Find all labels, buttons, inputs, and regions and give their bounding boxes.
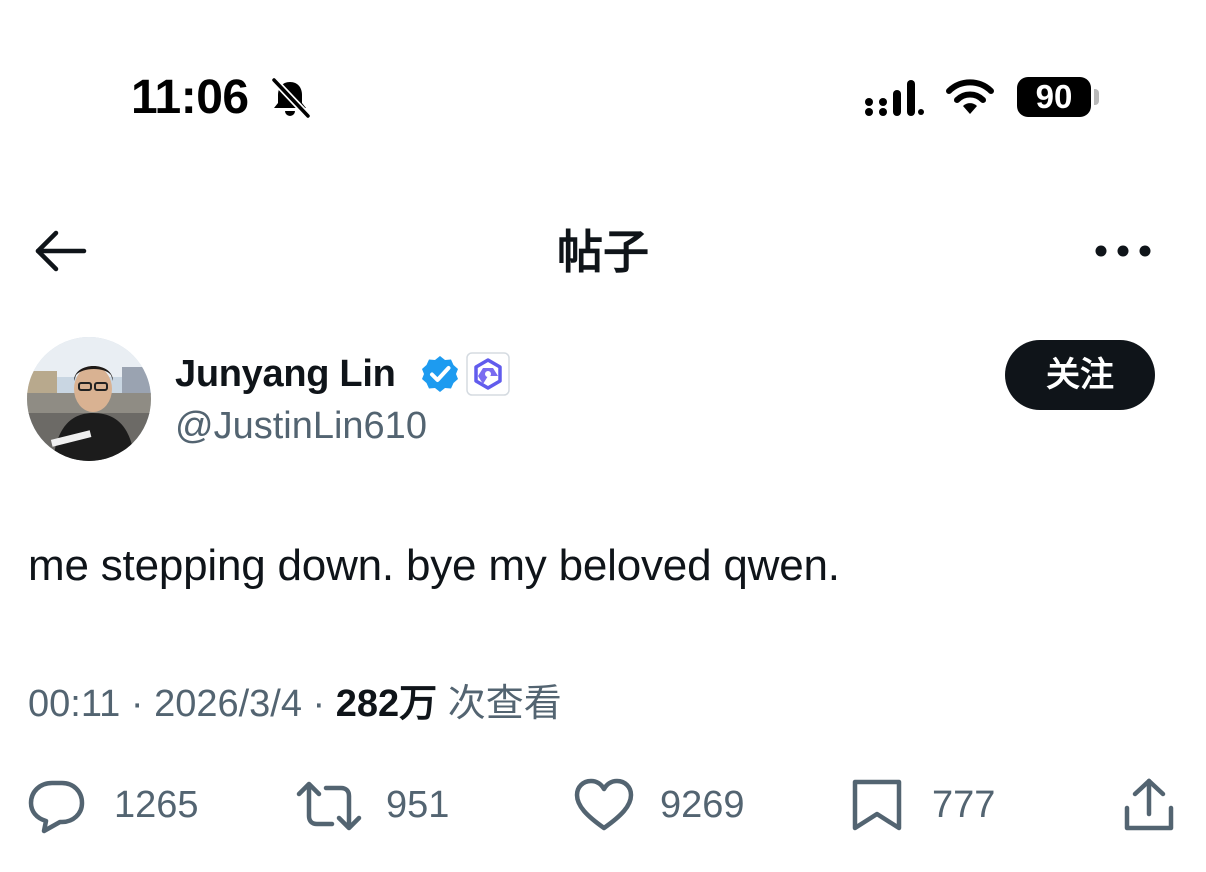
- reply-button[interactable]: 1265: [26, 776, 216, 836]
- avatar-image: [27, 337, 151, 461]
- views-count[interactable]: 282万: [336, 683, 437, 725]
- author-name[interactable]: Junyang Lin: [175, 350, 396, 398]
- reply-icon: [28, 780, 85, 834]
- status-time: 11:06: [131, 71, 249, 124]
- repost-button[interactable]: 951: [296, 776, 466, 836]
- views-label[interactable]: 次查看: [448, 683, 562, 725]
- bookmark-button[interactable]: 777: [850, 776, 1010, 836]
- verified-badge-icon[interactable]: [420, 354, 460, 394]
- heart-icon: [574, 778, 634, 831]
- follow-button[interactable]: 关注: [1005, 340, 1155, 410]
- meta-separator: ·: [130, 683, 144, 725]
- author-handle[interactable]: @JustinLin610: [175, 402, 427, 450]
- avatar[interactable]: [27, 337, 151, 461]
- battery-cap: [1094, 89, 1099, 105]
- repost-icon: [296, 781, 362, 831]
- page-title: 帖子: [557, 226, 649, 278]
- repost-count: 951: [386, 784, 450, 826]
- meta-separator: ·: [312, 683, 326, 725]
- qwen-affiliate-badge-icon[interactable]: [466, 352, 510, 396]
- tweet-meta: 00:11 · 2026/3/4 · 282万 次查看: [28, 680, 562, 728]
- cellular-signal-icon: [865, 80, 924, 116]
- battery-indicator: 90: [1017, 77, 1091, 117]
- share-icon: [1124, 778, 1174, 831]
- reply-count: 1265: [114, 784, 199, 826]
- bookmark-icon: [852, 779, 902, 831]
- like-count: 9269: [660, 784, 745, 826]
- like-button[interactable]: 9269: [572, 776, 768, 836]
- bell-slash-icon: [270, 76, 312, 120]
- tweet-date[interactable]: 2026/3/4: [154, 683, 302, 725]
- bookmark-count: 777: [932, 784, 996, 826]
- more-options-icon[interactable]: [1093, 240, 1153, 262]
- tweet-time[interactable]: 00:11: [28, 683, 120, 725]
- wifi-icon: [946, 79, 994, 114]
- tweet-text: me stepping down. bye my beloved qwen.: [28, 541, 840, 590]
- share-button[interactable]: [1120, 776, 1180, 836]
